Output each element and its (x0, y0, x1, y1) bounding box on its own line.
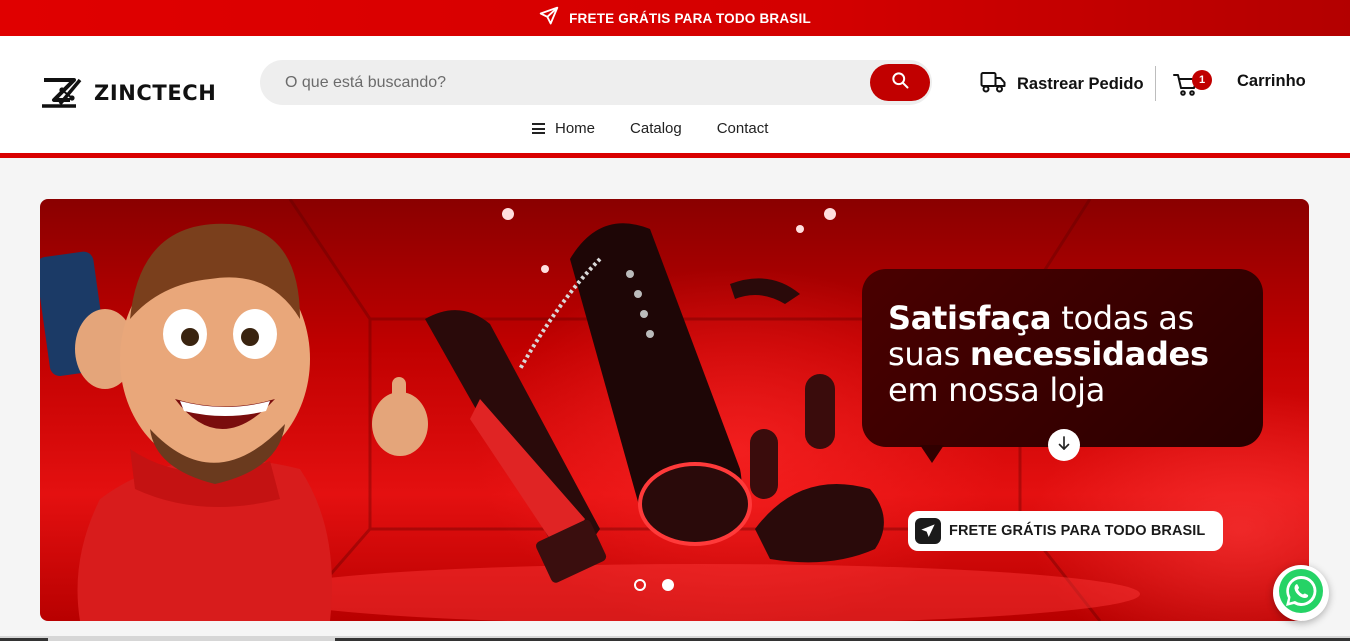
track-order-link[interactable]: Rastrear Pedido (969, 70, 1144, 99)
announcement-text: FRETE GRÁTIS PARA TODO BRASIL (569, 10, 811, 26)
hero-banner[interactable]: Satisfaça todas as suas necessidades em … (40, 199, 1309, 621)
search-icon (890, 70, 910, 95)
zinctech-logo-mark (42, 78, 82, 108)
headline-line-1: Satisfaça todas as (888, 299, 1194, 337)
cart-count-badge: 1 (1192, 70, 1212, 90)
site-header: ZINCTECH Rastrear Pedido 1 Carrinho Home… (0, 36, 1350, 153)
search-input[interactable] (260, 60, 860, 105)
free-shipping-text: FRETE GRÁTIS PARA TODO BRASIL (949, 523, 1206, 539)
nav-item-contact[interactable]: Contact (717, 120, 769, 137)
scroll-down-button[interactable] (1048, 429, 1080, 461)
brand-name: ZINCTECH (94, 81, 217, 105)
paper-plane-icon (539, 6, 559, 31)
announcement-bar: FRETE GRÁTIS PARA TODO BRASIL (0, 0, 1350, 36)
headline-line-2: suas necessidades (888, 335, 1209, 373)
headline-bubble: Satisfaça todas as suas necessidades em … (862, 269, 1263, 463)
whatsapp-icon (1276, 566, 1326, 621)
nav-item-catalog[interactable]: Catalog (630, 120, 682, 137)
page-bottom-edge (0, 636, 1350, 641)
carousel-dots (634, 579, 674, 591)
main-nav: Home Catalog Contact (532, 120, 768, 137)
headline-line-3: em nossa loja (888, 371, 1106, 409)
search-bar (260, 60, 932, 105)
arrow-down-icon (1055, 434, 1073, 457)
truck-icon (980, 70, 1006, 99)
carousel-dot-1[interactable] (634, 579, 646, 591)
nav-item-home[interactable]: Home (532, 120, 595, 137)
whatsapp-button[interactable] (1273, 565, 1329, 621)
cart-label[interactable]: Carrinho (1237, 72, 1306, 91)
brand-logo[interactable]: ZINCTECH (40, 76, 216, 110)
menu-icon (532, 123, 545, 134)
earbuds-illustration (730, 278, 884, 563)
hair-clipper-illustration (425, 310, 607, 583)
header-accent-line (0, 153, 1350, 158)
nav-item-label: Contact (716, 120, 769, 137)
cart-button[interactable]: 1 (1172, 70, 1212, 103)
bubble-tail (920, 445, 944, 463)
nav-item-label: Catalog (630, 120, 682, 137)
track-order-label: Rastrear Pedido (1017, 75, 1144, 93)
search-button[interactable] (870, 64, 930, 101)
header-divider (1155, 66, 1156, 101)
carousel-dot-2[interactable] (662, 579, 674, 591)
nav-item-label: Home (555, 120, 596, 137)
paper-plane-icon (915, 518, 941, 544)
free-shipping-badge: FRETE GRÁTIS PARA TODO BRASIL (908, 511, 1223, 551)
